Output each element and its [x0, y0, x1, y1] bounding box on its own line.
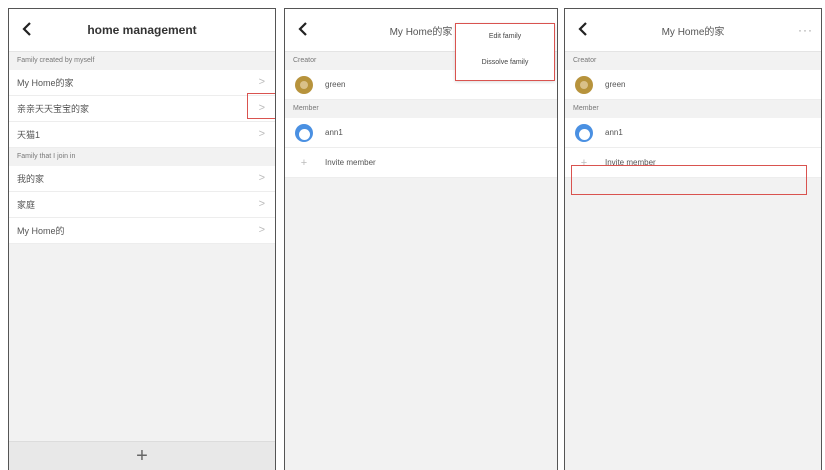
- avatar: [295, 75, 313, 94]
- home-row[interactable]: 亲亲天天宝宝的家 >: [9, 96, 275, 122]
- home-name: My Home的家: [17, 78, 74, 88]
- highlight-box: [571, 165, 807, 195]
- home-name: 我的家: [17, 174, 45, 184]
- chevron-right-icon: >: [258, 76, 265, 88]
- invite-label: Invite member: [325, 158, 376, 167]
- member-name: ann1: [605, 128, 623, 137]
- member-label: Member: [565, 100, 821, 118]
- plus-icon: +: [136, 445, 148, 467]
- dissolve-family-menu-item[interactable]: Dissolve family: [456, 50, 554, 76]
- home-name: 天猫1: [17, 130, 41, 140]
- add-home-button[interactable]: +: [9, 441, 275, 470]
- member-label: Member: [285, 100, 557, 118]
- page-title: My Home的家: [661, 26, 725, 38]
- back-icon[interactable]: [17, 18, 37, 40]
- home-name: 亲亲天天宝宝的家: [17, 104, 90, 114]
- home-detail-menu-screen: My Home的家 Creator green Member ann1 + In…: [284, 8, 558, 470]
- home-detail-invite-screen: My Home的家 ··· Creator green Member ann1 …: [564, 8, 822, 470]
- back-icon[interactable]: [293, 18, 313, 40]
- plus-icon: +: [300, 156, 308, 169]
- more-icon[interactable]: ···: [798, 23, 813, 37]
- header: home management: [9, 9, 275, 52]
- chevron-right-icon: >: [258, 128, 265, 140]
- page-title: home management: [87, 23, 197, 37]
- header: My Home的家 ···: [565, 9, 821, 52]
- home-name: My Home的: [17, 226, 65, 236]
- home-management-screen: home management Family created by myself…: [8, 8, 276, 470]
- avatar: [575, 123, 593, 142]
- back-icon[interactable]: [573, 18, 593, 40]
- member-row[interactable]: ann1: [565, 118, 821, 148]
- avatar: [575, 75, 593, 94]
- options-menu: Edit family Dissolve family: [455, 23, 555, 81]
- chevron-right-icon: >: [258, 198, 265, 210]
- chevron-right-icon: >: [258, 224, 265, 236]
- creator-name: green: [605, 80, 626, 89]
- member-row[interactable]: ann1: [285, 118, 557, 148]
- page-title: My Home的家: [389, 26, 453, 38]
- home-row[interactable]: My Home的 >: [9, 218, 275, 244]
- highlight-box: [247, 93, 275, 119]
- member-name: ann1: [325, 128, 343, 137]
- edit-family-menu-item[interactable]: Edit family: [456, 24, 554, 50]
- section-joined: Family that I join in: [9, 148, 275, 166]
- home-name: 家庭: [17, 200, 36, 210]
- home-row[interactable]: 天猫1 >: [9, 122, 275, 148]
- avatar: [295, 123, 313, 142]
- chevron-right-icon: >: [258, 172, 265, 184]
- invite-member-row[interactable]: + Invite member: [285, 148, 557, 178]
- creator-row[interactable]: green: [565, 70, 821, 100]
- home-row[interactable]: My Home的家 >: [9, 70, 275, 96]
- home-row[interactable]: 家庭 >: [9, 192, 275, 218]
- section-created-by-me: Family created by myself: [9, 52, 275, 70]
- creator-label: Creator: [565, 52, 821, 70]
- creator-name: green: [325, 80, 346, 89]
- home-row[interactable]: 我的家 >: [9, 166, 275, 192]
